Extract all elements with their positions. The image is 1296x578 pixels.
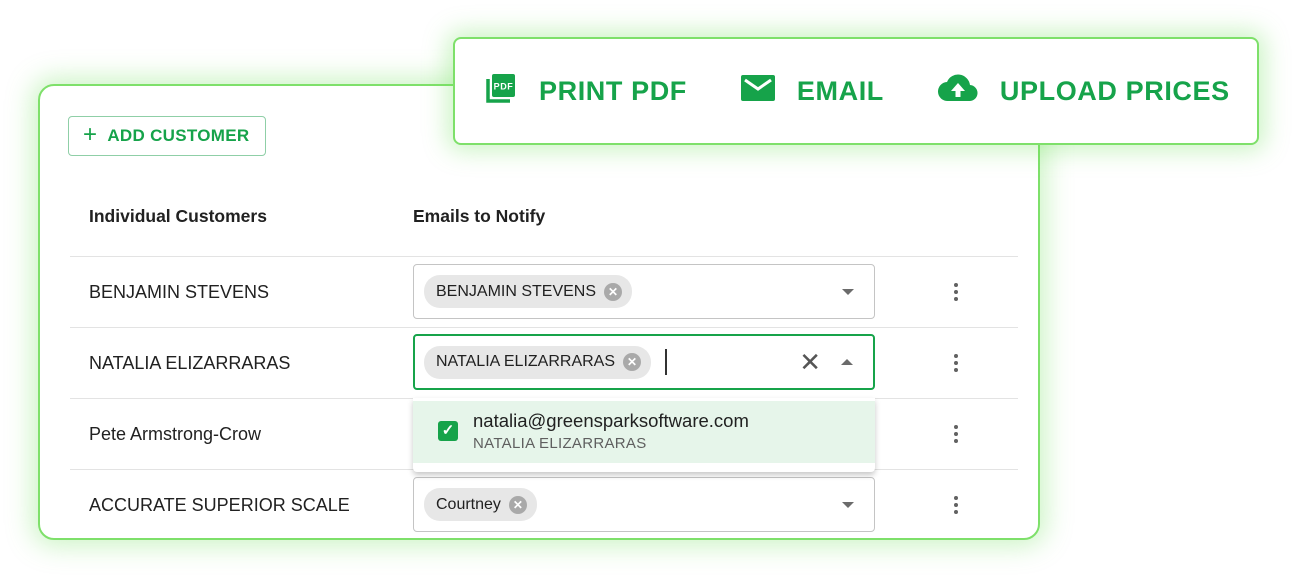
row-menu-button[interactable] bbox=[954, 422, 960, 446]
chevron-down-icon[interactable] bbox=[842, 288, 854, 295]
cloud-upload-icon bbox=[937, 74, 978, 109]
pdf-icon: PDF bbox=[485, 72, 517, 111]
customer-name: ACCURATE SUPERIOR SCALE bbox=[89, 495, 350, 515]
chip-label: Courtney bbox=[436, 495, 501, 513]
print-pdf-button[interactable]: PDF PRINT PDF bbox=[485, 72, 687, 111]
email-select[interactable]: NATALIA ELIZARRARAS ✕ ✕ bbox=[413, 334, 875, 390]
chevron-down-icon[interactable] bbox=[842, 501, 854, 508]
add-customer-label: ADD CUSTOMER bbox=[107, 126, 250, 145]
customer-table-card: + ADD CUSTOMER Individual Customers Emai… bbox=[38, 84, 1040, 540]
print-pdf-label: PRINT PDF bbox=[539, 75, 687, 106]
email-button[interactable]: EMAIL bbox=[740, 74, 884, 108]
plus-icon: + bbox=[83, 121, 98, 148]
add-customer-button[interactable]: + ADD CUSTOMER bbox=[68, 116, 266, 156]
chevron-up-icon[interactable] bbox=[841, 359, 853, 365]
option-email: natalia@greensparksoftware.com bbox=[473, 410, 749, 431]
action-toolbar: PDF PRINT PDF EMAIL UPLOAD PRICES bbox=[453, 37, 1259, 145]
pdf-icon-text: PDF bbox=[494, 81, 514, 91]
upload-prices-button[interactable]: UPLOAD PRICES bbox=[937, 74, 1230, 109]
email-select[interactable]: Courtney ✕ bbox=[413, 477, 875, 532]
text-cursor bbox=[665, 349, 668, 375]
column-header-customers: Individual Customers bbox=[89, 206, 267, 226]
row-menu-button[interactable] bbox=[954, 280, 960, 304]
row-menu-button[interactable] bbox=[954, 493, 960, 517]
email-select[interactable]: BENJAMIN STEVENS ✕ bbox=[413, 264, 875, 319]
row-menu-button[interactable] bbox=[954, 351, 960, 375]
dropdown-option[interactable]: ✓ natalia@greensparksoftware.com NATALIA… bbox=[413, 401, 875, 463]
customer-name: NATALIA ELIZARRARAS bbox=[89, 353, 291, 373]
customer-name: BENJAMIN STEVENS bbox=[89, 282, 270, 302]
customer-name: Pete Armstrong-Crow bbox=[89, 424, 262, 444]
email-chip: Courtney ✕ bbox=[424, 488, 537, 521]
chip-remove-icon[interactable]: ✕ bbox=[508, 495, 527, 514]
mail-icon bbox=[740, 74, 775, 108]
email-chip: BENJAMIN STEVENS ✕ bbox=[424, 275, 633, 308]
checkbox-checked-icon[interactable]: ✓ bbox=[438, 421, 458, 441]
clear-icon[interactable]: ✕ bbox=[799, 349, 821, 375]
email-dropdown: ✓ natalia@greensparksoftware.com NATALIA… bbox=[413, 398, 875, 472]
chip-label: BENJAMIN STEVENS bbox=[436, 282, 597, 300]
divider bbox=[70, 256, 1018, 257]
option-name: NATALIA ELIZARRARAS bbox=[473, 435, 647, 452]
email-label: EMAIL bbox=[796, 75, 884, 106]
column-header-emails: Emails to Notify bbox=[413, 206, 546, 226]
chip-label: NATALIA ELIZARRARAS bbox=[436, 353, 616, 370]
divider bbox=[70, 327, 1018, 328]
chip-remove-icon[interactable]: ✕ bbox=[604, 282, 623, 301]
chip-remove-icon[interactable]: ✕ bbox=[623, 353, 642, 371]
email-chip: NATALIA ELIZARRARAS ✕ bbox=[424, 345, 652, 379]
upload-prices-label: UPLOAD PRICES bbox=[999, 75, 1230, 106]
